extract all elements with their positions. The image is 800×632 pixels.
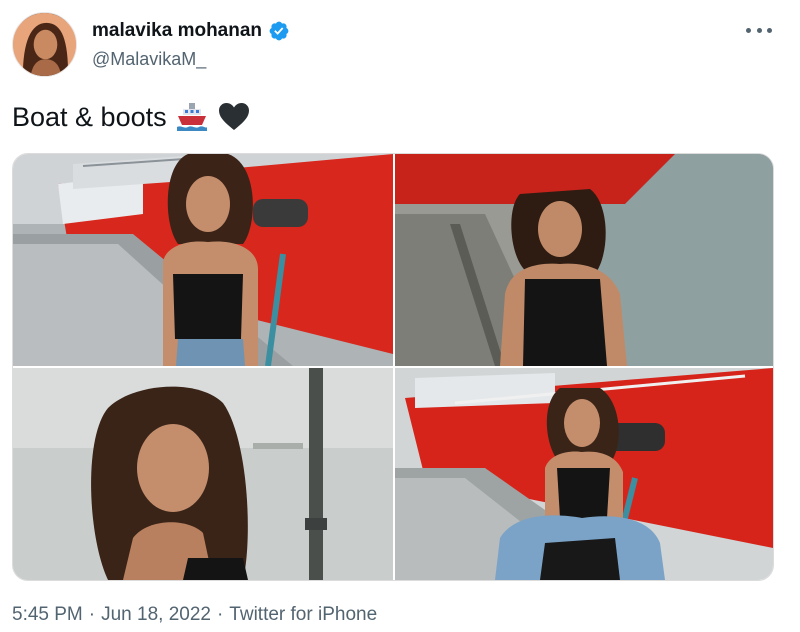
media-photo-4[interactable] [395,368,773,580]
media-grid [12,153,774,581]
tweet-card: malavika mohanan @MalavikaM_ Boat & boot… [0,0,800,632]
author-handle[interactable]: @MalavikaM_ [92,49,290,70]
more-options-icon[interactable] [746,20,772,40]
media-photo-2[interactable] [395,154,773,366]
tweet-date[interactable]: Jun 18, 2022 [101,604,211,626]
tweet-source[interactable]: Twitter for iPhone [229,604,377,626]
verified-badge-icon [268,20,290,42]
avatar-image [13,13,76,76]
tweet-text-content: Boat & boots [12,102,167,132]
ship-emoji-icon [175,100,209,134]
meta-separator: · [88,604,96,625]
tweet-time[interactable]: 5:45 PM [12,604,83,626]
black-heart-emoji-icon [217,100,251,134]
author-avatar[interactable] [12,12,77,77]
media-photo-3[interactable] [13,368,393,580]
meta-separator: · [216,604,224,625]
tweet-meta: 5:45 PM · Jun 18, 2022 · Twitter for iPh… [12,604,377,626]
author-info: malavika mohanan @MalavikaM_ [92,20,290,70]
tweet-text: Boat & boots [12,100,251,134]
author-display-name[interactable]: malavika mohanan [92,20,262,42]
media-photo-1[interactable] [13,154,393,366]
